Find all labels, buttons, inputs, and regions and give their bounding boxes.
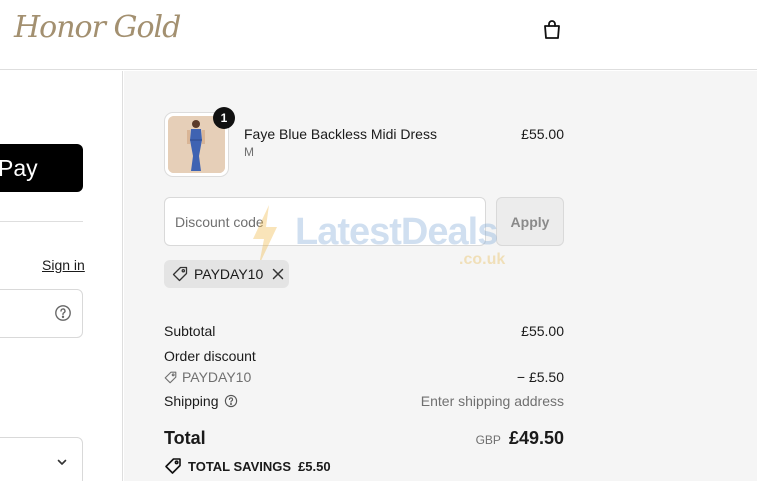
help-circle-icon[interactable]: [54, 304, 72, 322]
total-amount: £49.50: [508, 428, 564, 448]
discount-code-input[interactable]: [164, 197, 486, 246]
subtotal-row: Subtotal £55.00: [164, 323, 564, 339]
total-value-group: GBP £49.50: [476, 428, 564, 449]
tag-icon: [165, 458, 181, 474]
express-pay-button[interactable]: Pay: [0, 144, 83, 192]
site-header: Honor Gold: [0, 0, 757, 70]
subtotal-value: £55.00: [521, 323, 564, 339]
apply-discount-button[interactable]: Apply: [496, 197, 564, 246]
total-label: Total: [164, 428, 206, 448]
shipping-label: Shipping: [164, 393, 219, 409]
shipping-row: Shipping Enter shipping address: [164, 393, 564, 409]
shopping-bag-icon[interactable]: [540, 18, 564, 42]
tag-icon: [172, 266, 188, 282]
total-savings: TOTAL SAVINGS £5.50: [164, 457, 331, 475]
savings-amount: £5.50: [298, 458, 331, 474]
applied-discount-code: PAYDAY10: [194, 266, 264, 282]
sign-in-link[interactable]: Sign in: [42, 257, 85, 273]
divider: [0, 221, 83, 222]
tag-icon: [164, 371, 177, 383]
product-variant: M: [244, 145, 254, 159]
product-name: Faye Blue Backless Midi Dress: [244, 126, 437, 142]
contact-email-field[interactable]: [0, 289, 83, 338]
pay-button-label: Pay: [0, 154, 38, 181]
shipping-value: Enter shipping address: [420, 393, 564, 409]
applied-discount-chip: PAYDAY10: [164, 260, 289, 288]
checkout-form-column: Pay Sign in: [0, 71, 123, 481]
discount-value: − £5.50: [516, 369, 564, 385]
close-icon[interactable]: [271, 267, 285, 281]
country-select[interactable]: [0, 437, 83, 481]
store-logo[interactable]: Honor Gold: [14, 10, 181, 45]
discount-detail-code: PAYDAY10: [182, 369, 252, 385]
order-discount-label: Order discount: [164, 348, 256, 364]
savings-label: TOTAL SAVINGS: [188, 458, 292, 474]
currency-code: GBP: [475, 433, 501, 447]
order-summary-panel: 1 Faye Blue Backless Midi Dress M £55.00…: [124, 71, 757, 481]
quantity-badge: 1: [213, 107, 235, 129]
watermark-subtext: .co.uk: [459, 251, 506, 268]
help-circle-icon[interactable]: [224, 394, 238, 408]
order-discount-row: Order discount: [164, 348, 564, 364]
discount-detail-row: PAYDAY10 − £5.50: [164, 369, 564, 385]
product-price: £55.00: [521, 126, 564, 142]
subtotal-label: Subtotal: [164, 323, 216, 339]
chevron-down-icon: [57, 459, 67, 465]
product-thumbnail: 1: [164, 107, 235, 177]
